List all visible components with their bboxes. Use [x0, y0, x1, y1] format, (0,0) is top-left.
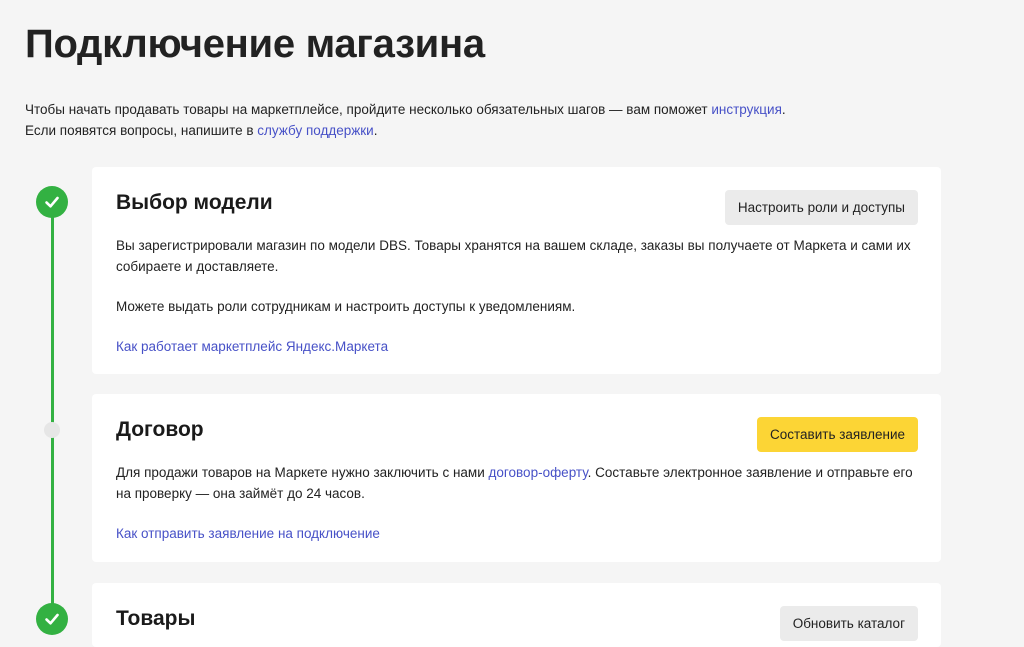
intro-line-2: Если появятся вопросы, напишите в службу… — [25, 120, 786, 141]
step-description: Для продажи товаров на Маркете нужно зак… — [116, 462, 917, 504]
timeline-line — [51, 202, 54, 618]
step-card-contract: Договор Составить заявление Для продажи … — [92, 394, 941, 562]
intro-text: Чтобы начать продавать товары на маркетп… — [25, 99, 786, 141]
step-description-part: Для продажи товаров на Маркете нужно зак… — [116, 465, 489, 480]
support-link[interactable]: службу поддержки — [257, 123, 373, 138]
step-card-products: Товары Обновить каталог — [92, 583, 941, 647]
offer-contract-link[interactable]: договор-оферту — [489, 465, 588, 480]
application-help-link[interactable]: Как отправить заявление на подключение — [116, 526, 380, 541]
configure-roles-button[interactable]: Настроить роли и доступы — [724, 190, 918, 225]
intro-text-part: . — [781, 102, 786, 117]
update-catalog-button[interactable]: Обновить каталог — [779, 606, 918, 641]
step-3-done-check-icon — [36, 603, 68, 635]
step-body: Вы зарегистрировали магазин по модели DB… — [116, 235, 917, 357]
page-title: Подключение магазина — [25, 22, 485, 66]
intro-text-part: Если появятся вопросы, напишите в — [25, 123, 258, 138]
step-title: Выбор модели — [116, 191, 273, 214]
step-1-done-check-icon — [36, 186, 68, 218]
step-card-model: Выбор модели Настроить роли и доступы Вы… — [92, 167, 941, 374]
intro-text-part: Чтобы начать продавать товары на маркетп… — [25, 102, 712, 117]
step-title: Договор — [116, 418, 204, 441]
step-title: Товары — [116, 607, 196, 630]
step-body: Для продажи товаров на Маркете нужно зак… — [116, 462, 917, 544]
step-description: Можете выдать роли сотрудникам и настрои… — [116, 299, 576, 314]
create-application-button[interactable]: Составить заявление — [757, 417, 918, 452]
step-2-pending-dot-icon — [44, 422, 60, 438]
intro-line-1: Чтобы начать продавать товары на маркетп… — [25, 99, 786, 120]
step-description: Вы зарегистрировали магазин по модели DB… — [116, 238, 911, 274]
intro-text-part: . — [373, 123, 378, 138]
marketplace-help-link[interactable]: Как работает маркетплейс Яндекс.Маркета — [116, 339, 388, 354]
instruction-link[interactable]: инструкция — [711, 102, 782, 117]
